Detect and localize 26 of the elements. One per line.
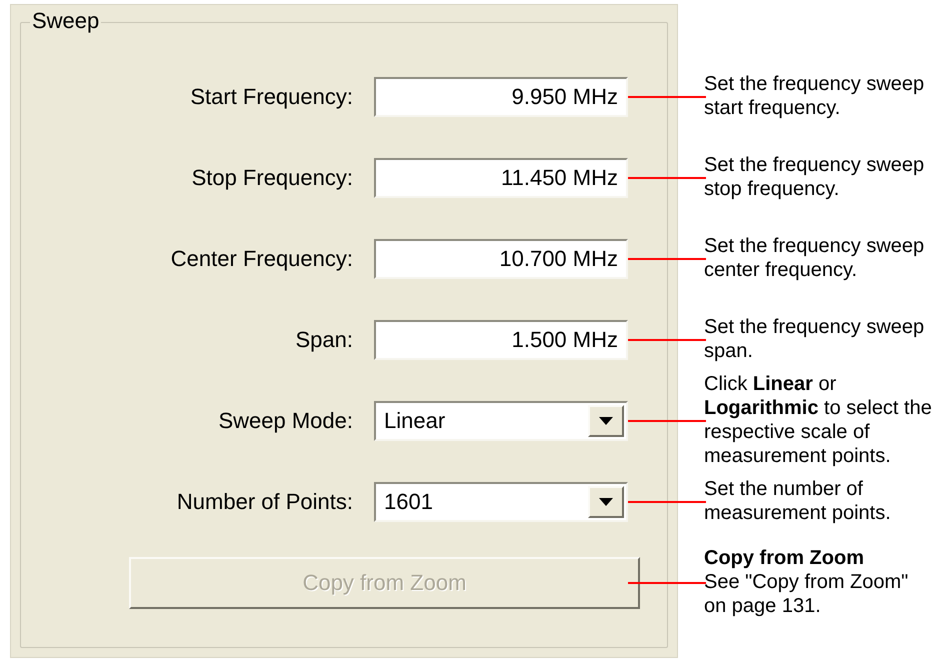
annotation-body: See "Copy from Zoom" on page 131. — [704, 570, 908, 616]
caret-icon — [599, 498, 613, 506]
annotation-body: Set the number of measurement points. — [704, 478, 891, 524]
field-label: Number of Points: — [176, 488, 353, 516]
field-label: Center Frequency: — [170, 245, 353, 273]
dropdown-value: Linear — [384, 407, 446, 435]
dropdown-arrow-button[interactable] — [588, 404, 624, 436]
field-label: Sweep Mode: — [217, 407, 353, 435]
dropdown-arrow-button[interactable] — [588, 486, 624, 518]
field-label: Stop Frequency: — [190, 164, 353, 192]
input-field[interactable]: 10.700 MHz — [374, 238, 628, 278]
dropdown-value: 1601 — [384, 488, 434, 516]
field-label: Start Frequency: — [189, 83, 353, 111]
input-field[interactable]: 9.950 MHz — [374, 76, 628, 116]
input-field[interactable]: 1.500 MHz — [374, 320, 628, 360]
annotation-body: Set the frequency sweep start frequency. — [704, 72, 924, 118]
annotation-body: Set the frequency sweep center frequency. — [704, 234, 924, 280]
field-label: Span: — [294, 326, 353, 354]
input-field[interactable]: 11.450 MHz — [374, 158, 628, 198]
dropdown[interactable]: 1601 — [374, 482, 628, 522]
annotation-body: Set the frequency sweep stop frequency. — [704, 154, 924, 200]
dropdown[interactable]: Linear — [374, 400, 628, 440]
annotation-title: Copy from Zoom — [704, 546, 865, 570]
caret-icon — [599, 416, 613, 424]
annotation-body: Set the frequency sweep span. — [704, 316, 924, 362]
annotation-body: Click Linear or Logarithmic to select the respective scale of measurement points. — [704, 372, 932, 466]
